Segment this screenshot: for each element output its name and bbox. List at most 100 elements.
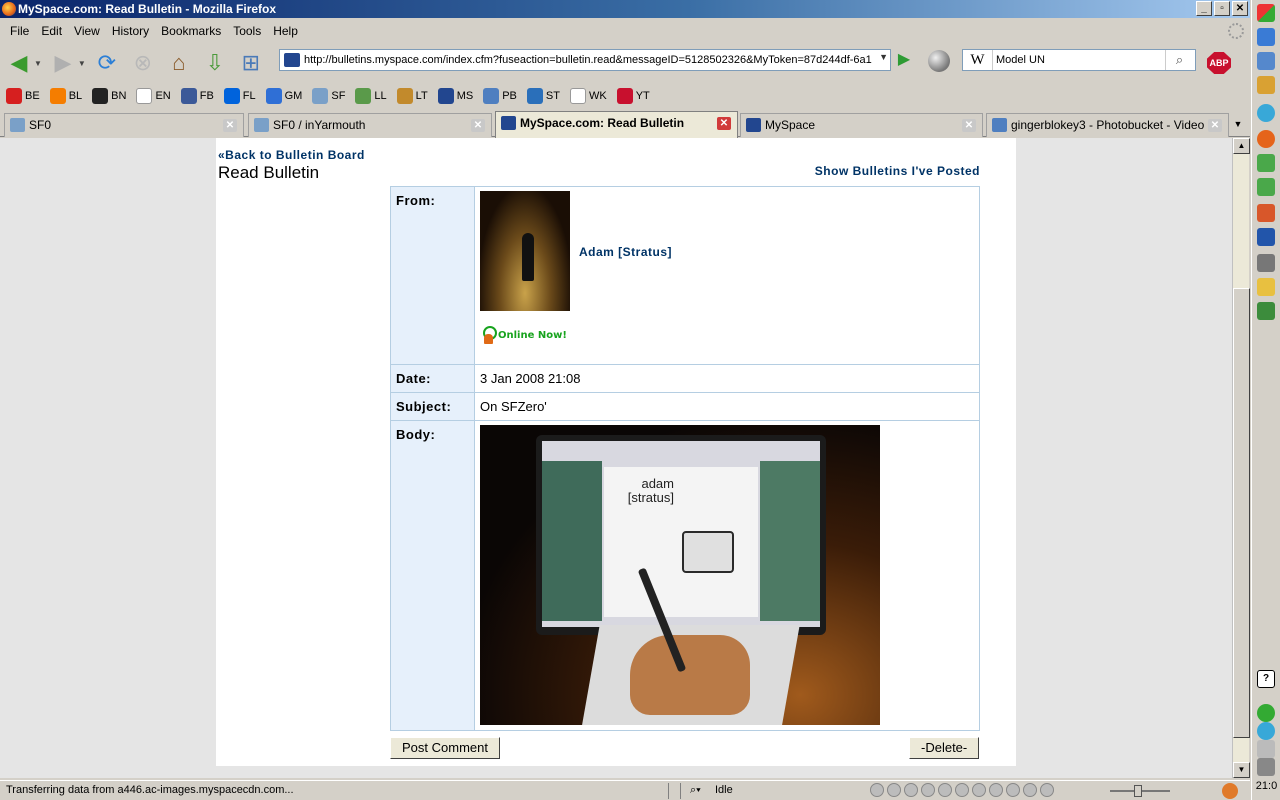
media-eject-icon[interactable] <box>1023 783 1037 797</box>
scroll-up-icon[interactable]: ▲ <box>1233 138 1250 154</box>
bookmark-gm[interactable]: GM <box>265 88 302 104</box>
bookmark-fl[interactable]: FL <box>223 88 256 104</box>
reload-button[interactable]: ⟳ <box>92 48 122 78</box>
forward-button[interactable]: ▶ <box>48 48 78 78</box>
quicklaunch-icon[interactable] <box>1257 76 1275 94</box>
volume-tray-icon[interactable] <box>1257 758 1275 776</box>
media-up-icon[interactable] <box>989 783 1003 797</box>
bookmark-ms[interactable]: MS <box>437 88 473 104</box>
post-comment-button[interactable]: Post Comment <box>390 737 500 759</box>
media-play-icon[interactable] <box>887 783 901 797</box>
media-repeat-icon[interactable] <box>972 783 986 797</box>
bookmark-st[interactable]: ST <box>526 88 560 104</box>
back-history-dropdown-icon[interactable]: ▼ <box>34 59 42 68</box>
media-stop-icon[interactable] <box>921 783 935 797</box>
bookmark-fb[interactable]: FB <box>180 88 214 104</box>
minimize-button[interactable]: _ <box>1196 1 1212 16</box>
firefox-task-icon[interactable] <box>1257 130 1275 148</box>
maximize-button[interactable]: ▫ <box>1214 1 1230 16</box>
app-icon[interactable] <box>1257 254 1275 272</box>
quicklaunch-icon[interactable] <box>1257 52 1275 70</box>
menu-file[interactable]: File <box>4 21 35 41</box>
media-down-icon[interactable] <box>1006 783 1020 797</box>
delete-button[interactable]: -Delete- <box>909 737 980 759</box>
close-tab-icon[interactable]: ✕ <box>962 119 976 132</box>
sender-avatar[interactable] <box>480 191 570 311</box>
bookmark-bl[interactable]: BL <box>49 88 82 104</box>
new-tab-icon[interactable]: ⊞ <box>236 48 266 78</box>
url-dropdown-icon[interactable]: ▼ <box>879 52 888 62</box>
image-icon[interactable] <box>1257 302 1275 320</box>
folder-icon[interactable] <box>1257 278 1275 296</box>
tab-photobucket[interactable]: gingerblokey3 - Photobucket - Video ... … <box>986 113 1229 137</box>
go-button[interactable]: ▶ <box>894 51 914 69</box>
app-icon[interactable] <box>1257 228 1275 246</box>
search-icon[interactable]: ⌕ <box>1165 50 1193 70</box>
menu-view[interactable]: View <box>68 21 106 41</box>
tray-icon[interactable] <box>1257 704 1275 722</box>
msn-icon[interactable] <box>1257 154 1275 172</box>
media-prev-icon[interactable] <box>870 783 884 797</box>
search-bar[interactable]: W ⌕ <box>962 49 1196 71</box>
menu-help[interactable]: Help <box>267 21 304 41</box>
msn-icon[interactable] <box>1257 178 1275 196</box>
tab-sf0-inyarmouth[interactable]: SF0 / inYarmouth ✕ <box>248 113 492 137</box>
tray-icon[interactable] <box>1257 722 1275 740</box>
wikipedia-engine-icon[interactable]: W <box>963 50 993 70</box>
menu-tools[interactable]: Tools <box>227 21 267 41</box>
addon-status-icon[interactable] <box>1222 783 1238 799</box>
tray-icon[interactable] <box>1257 740 1275 758</box>
subject-label: Subject: <box>390 392 475 421</box>
globe-icon[interactable] <box>928 50 950 72</box>
bookmark-yt[interactable]: YT <box>616 88 650 104</box>
start-button-icon[interactable] <box>1257 4 1275 22</box>
body-photo[interactable]: adam [stratus] <box>480 425 880 725</box>
menu-bookmarks[interactable]: Bookmarks <box>155 21 227 41</box>
sender-link[interactable]: Adam [Stratus] <box>579 245 672 259</box>
volume-icon[interactable] <box>1040 783 1054 797</box>
close-tab-icon[interactable]: ✕ <box>717 117 731 130</box>
help-icon[interactable]: ? <box>1257 670 1275 688</box>
messenger-icon[interactable] <box>1257 104 1275 122</box>
scroll-down-icon[interactable]: ▼ <box>1233 762 1250 778</box>
vertical-scrollbar[interactable]: ▲ ▼ <box>1232 138 1250 778</box>
volume-slider[interactable] <box>1110 785 1170 797</box>
close-tab-icon[interactable]: ✕ <box>223 119 237 132</box>
forward-history-dropdown-icon[interactable]: ▼ <box>78 59 86 68</box>
bookmark-pb[interactable]: PB <box>483 88 517 104</box>
url-bar[interactable]: ▼ <box>279 49 891 71</box>
ie-icon[interactable] <box>1257 28 1275 46</box>
media-shuffle-icon[interactable] <box>955 783 969 797</box>
home-button[interactable]: ⌂ <box>164 48 194 78</box>
show-posted-bulletins-link[interactable]: Show Bulletins I've Posted <box>815 164 980 178</box>
tab-sf0[interactable]: SF0 ✕ <box>4 113 244 137</box>
navigation-toolbar: ◀ ▼ ▶ ▼ ⟳ ⊗ ⌂ ⇩ ⊞ ▼ ▶ W ⌕ ABP <box>0 44 1250 82</box>
bookmark-sf[interactable]: SF <box>312 88 345 104</box>
back-button[interactable]: ◀ <box>4 48 34 78</box>
tab-read-bulletin[interactable]: MySpace.com: Read Bulletin ✕ <box>495 111 738 138</box>
menu-edit[interactable]: Edit <box>35 21 68 41</box>
list-all-tabs-icon[interactable]: ▼ <box>1230 115 1246 133</box>
stop-button[interactable]: ⊗ <box>128 48 158 78</box>
tab-myspace[interactable]: MySpace ✕ <box>740 113 983 137</box>
paint-icon[interactable] <box>1257 204 1275 222</box>
bookmark-en[interactable]: EN <box>136 88 171 104</box>
search-input[interactable] <box>993 54 1165 66</box>
back-to-bulletin-board-link[interactable]: «Back to Bulletin Board <box>218 148 365 162</box>
media-next-icon[interactable] <box>938 783 952 797</box>
bookmark-wk[interactable]: WK <box>569 88 607 104</box>
bookmark-lt[interactable]: LT <box>396 88 428 104</box>
close-tab-icon[interactable]: ✕ <box>1208 119 1222 132</box>
close-button[interactable]: ✕ <box>1232 1 1248 16</box>
bookmark-bn[interactable]: BN <box>92 88 126 104</box>
bookmark-be[interactable]: BE <box>6 88 40 104</box>
adblock-button[interactable]: ABP <box>1207 52 1231 74</box>
download-icon[interactable]: ⇩ <box>200 48 230 78</box>
bookmark-ll[interactable]: LL <box>355 88 387 104</box>
menu-history[interactable]: History <box>106 21 155 41</box>
online-now-badge: Online Now! <box>480 326 974 344</box>
scrollbar-thumb[interactable] <box>1233 288 1250 738</box>
media-pause-icon[interactable] <box>904 783 918 797</box>
close-tab-icon[interactable]: ✕ <box>471 119 485 132</box>
url-input[interactable] <box>304 54 879 66</box>
